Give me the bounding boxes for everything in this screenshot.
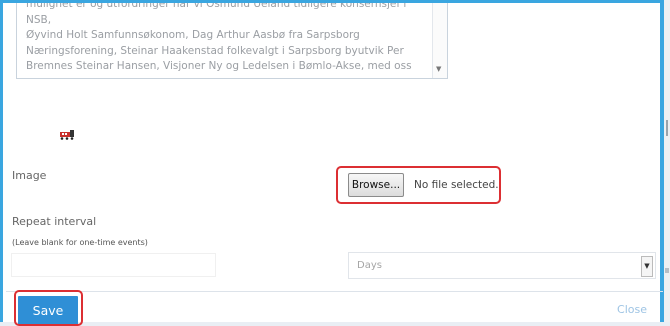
description-line: mulighet er og utfordringer har vi Osmun… — [26, 3, 407, 26]
file-status-text: No file selected. — [414, 179, 499, 191]
description-text: mulighet er og utfordringer har vi Osmun… — [26, 3, 426, 75]
footer-divider — [6, 291, 663, 292]
close-link[interactable]: Close — [617, 303, 647, 316]
scrollbar-marker — [665, 268, 669, 273]
page-scrollbar[interactable] — [664, 0, 670, 322]
event-form-dialog: mulighet er og utfordringer har vi Osmun… — [0, 0, 664, 326]
scrollbar-thumb[interactable] — [666, 120, 668, 136]
scroll-down-icon[interactable]: ▼ — [436, 65, 441, 73]
repeat-interval-input[interactable] — [11, 253, 216, 277]
repeat-unit-select[interactable]: Days ▼ — [348, 252, 656, 279]
repeat-interval-label: Repeat interval — [12, 215, 97, 228]
repeat-interval-hint: (Leave blank for one-time events) — [12, 238, 148, 247]
repeat-unit-value: Days — [357, 260, 382, 271]
train-icon — [60, 130, 74, 140]
description-line: Bremnes Steinar Hansen, Visjoner Ny og L… — [26, 60, 412, 72]
browse-button[interactable]: Browse... — [348, 173, 404, 197]
image-label: Image — [12, 169, 47, 182]
description-scrollbar[interactable]: ▼ — [432, 3, 447, 78]
chevron-down-icon[interactable]: ▼ — [641, 256, 653, 277]
save-button-highlight — [14, 290, 83, 326]
description-line: Øyvind Holt Samfunnsøkonom, Dag Arthur A… — [26, 29, 360, 41]
description-line: Næringsforening, Steinar Haakenstad folk… — [26, 44, 404, 57]
description-textarea[interactable]: mulighet er og utfordringer har vi Osmun… — [16, 3, 448, 79]
